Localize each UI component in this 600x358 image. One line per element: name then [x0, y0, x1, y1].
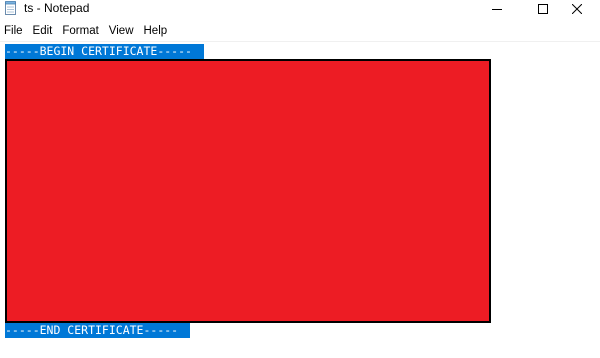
menu-edit[interactable]: Edit — [29, 23, 59, 39]
notepad-icon — [5, 1, 16, 15]
menu-bar: File Edit Format View Help — [0, 23, 600, 39]
notepad-window: ts - Notepad File Edit Format View Help — [0, 0, 600, 358]
menu-format[interactable]: Format — [58, 23, 104, 39]
selected-line-end[interactable]: -----END CERTIFICATE----- — [5, 323, 190, 338]
window-title: ts - Notepad — [24, 1, 90, 15]
maximize-icon — [538, 4, 548, 14]
minimize-icon — [492, 4, 502, 14]
text-editor[interactable]: -----BEGIN CERTIFICATE----- -----END CER… — [0, 42, 600, 358]
minimize-button[interactable] — [474, 0, 520, 18]
menu-file[interactable]: File — [0, 23, 29, 39]
title-bar[interactable]: ts - Notepad — [0, 0, 600, 18]
close-button[interactable] — [554, 0, 600, 18]
redaction-box — [5, 59, 491, 323]
menu-view[interactable]: View — [105, 23, 140, 39]
selected-line-begin[interactable]: -----BEGIN CERTIFICATE----- — [5, 44, 204, 59]
close-icon — [572, 4, 582, 14]
menu-help[interactable]: Help — [140, 23, 174, 39]
